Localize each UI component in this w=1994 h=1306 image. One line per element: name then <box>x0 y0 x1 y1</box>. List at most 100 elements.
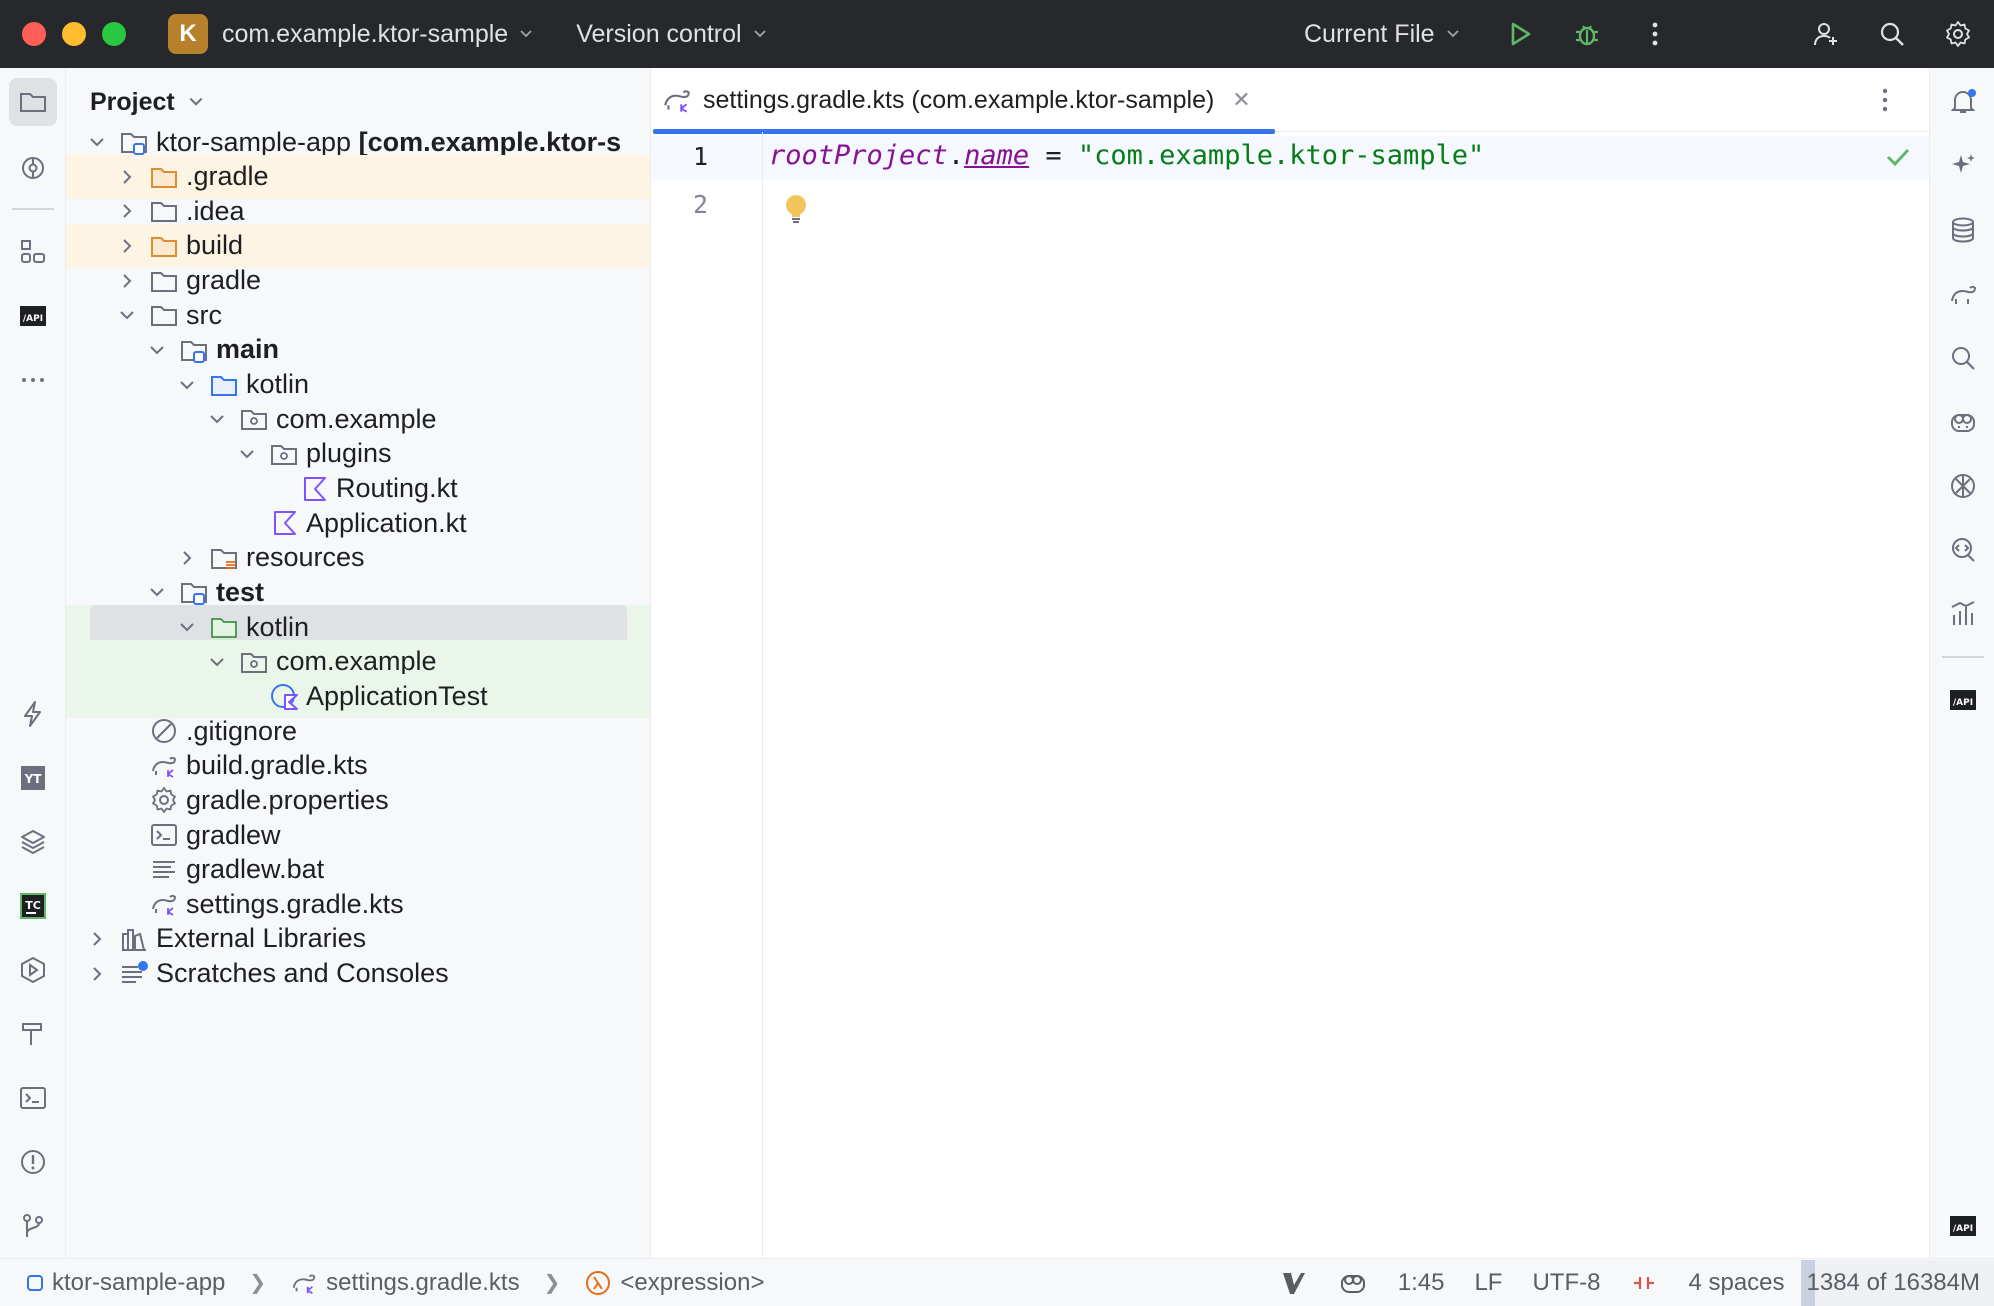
database-icon <box>1952 217 1974 243</box>
close-window-button[interactable] <box>22 22 46 46</box>
caret-position[interactable]: 1:45 <box>1398 1269 1445 1297</box>
copilot-icon <box>1951 414 1975 432</box>
memory-indicator[interactable]: 1384 of 16384M <box>1800 1260 1994 1306</box>
services-tool-button[interactable] <box>9 946 57 994</box>
git-tool-button[interactable] <box>9 1202 57 1250</box>
chevron-down-icon[interactable] <box>144 337 170 363</box>
bell-icon <box>1950 89 1976 113</box>
layers-tool-button[interactable] <box>9 818 57 866</box>
more-actions-button[interactable] <box>1635 14 1675 54</box>
vim-widget[interactable] <box>1280 1269 1308 1297</box>
chevron-right-icon[interactable] <box>84 961 110 987</box>
zoom-window-button[interactable] <box>102 22 126 46</box>
code-line-1[interactable]: rootProject.name = "com.example.ktor-sam… <box>769 140 1484 171</box>
tree-item-label: .gitignore <box>186 715 298 746</box>
more-vertical-icon <box>1882 88 1888 112</box>
vcs-selector[interactable]: Version control <box>576 20 767 49</box>
api-tool-button[interactable]: /API <box>9 292 57 340</box>
api-tool-button-bottom[interactable]: /API <box>1939 1202 1987 1250</box>
more-tools-button[interactable] <box>9 356 57 404</box>
notifications-tool-button[interactable] <box>1939 78 1987 126</box>
chevron-down-icon[interactable] <box>174 372 200 398</box>
chevron-right-icon[interactable] <box>174 545 200 571</box>
module-folder-icon <box>178 576 210 608</box>
youtrack-icon: YT <box>21 766 45 790</box>
structure-tool-button[interactable] <box>9 228 57 276</box>
run-config-selector[interactable]: Current File <box>1304 20 1461 49</box>
debug-button[interactable] <box>1567 14 1607 54</box>
api-icon: /API <box>1950 690 1976 710</box>
code-string: "com.example.ktor-sample" <box>1077 140 1485 171</box>
profiler-tool-button[interactable] <box>1939 590 1987 638</box>
run-button[interactable] <box>1500 14 1540 54</box>
line-number-gutter: 1 2 <box>651 132 763 1258</box>
layers-icon <box>21 830 45 854</box>
readonly-toggle[interactable] <box>1630 1269 1658 1297</box>
youtrack-tool-button[interactable]: YT <box>9 754 57 802</box>
chevron-right-icon[interactable] <box>84 926 110 952</box>
file-encoding[interactable]: UTF-8 <box>1532 1269 1600 1297</box>
project-badge[interactable]: K <box>168 14 208 54</box>
tree-item-label: Routing.kt <box>336 473 458 503</box>
kotlin-file-icon <box>268 507 300 539</box>
chevron-down-icon[interactable] <box>204 406 230 432</box>
tree-item[interactable]: Scratches and Consoles <box>66 952 650 996</box>
power-save-button[interactable] <box>9 690 57 738</box>
chevron-down-icon[interactable] <box>84 129 110 155</box>
api-tool-button[interactable]: /API <box>1939 676 1987 724</box>
code-with-me-button[interactable] <box>1806 14 1846 54</box>
minimize-window-button[interactable] <box>62 22 86 46</box>
copilot-widget[interactable] <box>1338 1268 1368 1298</box>
search-everywhere-button[interactable] <box>1872 14 1912 54</box>
chevron-right-icon[interactable] <box>114 164 140 190</box>
chevron-down-icon[interactable] <box>204 649 230 675</box>
chevron-down-icon[interactable] <box>234 441 260 467</box>
right-tool-strip: /API /API <box>1929 68 1994 1258</box>
tree-item-label: plugins <box>306 438 392 469</box>
line-number: 2 <box>692 190 708 219</box>
module-folder-icon <box>178 334 210 366</box>
teamcity-tool-button[interactable]: TC <box>9 882 57 930</box>
settings-button[interactable] <box>1938 14 1978 54</box>
copilot-tool-button[interactable] <box>1939 398 1987 446</box>
breadcrumb-file[interactable]: settings.gradle.kts <box>290 1269 520 1297</box>
commit-tool-button[interactable] <box>9 144 57 192</box>
lightbulb-icon[interactable] <box>781 192 811 226</box>
search-icon <box>1880 22 1904 46</box>
breadcrumb-module[interactable]: ktor-sample-app <box>26 1269 225 1297</box>
breadcrumb: ktor-sample-app ❯ settings.gradle.kts ❯ … <box>26 1269 764 1297</box>
kotlin-notebook-tool-button[interactable] <box>1939 462 1987 510</box>
terminal-tool-button[interactable] <box>9 1074 57 1122</box>
folder-icon <box>20 93 46 112</box>
project-tool-button[interactable] <box>9 78 57 126</box>
gradle-kts-icon <box>148 750 180 782</box>
close-tab-button[interactable]: ✕ <box>1232 87 1250 113</box>
problems-tool-button[interactable] <box>9 1138 57 1186</box>
teamcity-icon: TC <box>20 893 46 919</box>
memory-text: 1384 of 16384M <box>1806 1269 1980 1296</box>
editor-tab[interactable]: settings.gradle.kts (com.example.ktor-sa… <box>651 68 1275 134</box>
checkmark-icon[interactable] <box>1883 142 1913 172</box>
breadcrumb-expression[interactable]: <expression> <box>584 1269 764 1297</box>
chevron-down-icon[interactable] <box>144 579 170 605</box>
indent-setting[interactable]: 4 spaces <box>1688 1269 1784 1297</box>
chevron-down-icon[interactable] <box>174 614 200 640</box>
chevron-right-icon[interactable] <box>114 268 140 294</box>
database-tool-button[interactable] <box>1939 206 1987 254</box>
build-tool-button[interactable] <box>9 1010 57 1058</box>
shell-script-icon <box>148 819 180 851</box>
find-tool-button[interactable] <box>1939 334 1987 382</box>
warning-circle-icon <box>21 1150 45 1174</box>
ai-assistant-tool-button[interactable] <box>1939 142 1987 190</box>
chevron-down-icon[interactable] <box>114 302 140 328</box>
line-separator[interactable]: LF <box>1474 1269 1502 1297</box>
services-icon <box>21 956 45 984</box>
code-search-tool-button[interactable] <box>1939 526 1987 574</box>
chevron-right-icon[interactable] <box>114 198 140 224</box>
editor-tab-options-button[interactable] <box>1869 84 1901 116</box>
folder-icon <box>148 265 180 297</box>
chevron-right-icon[interactable] <box>114 233 140 259</box>
project-selector[interactable]: com.example.ktor-sample <box>222 20 534 49</box>
add-user-icon <box>1814 23 1837 46</box>
gradle-tool-button[interactable] <box>1939 270 1987 318</box>
